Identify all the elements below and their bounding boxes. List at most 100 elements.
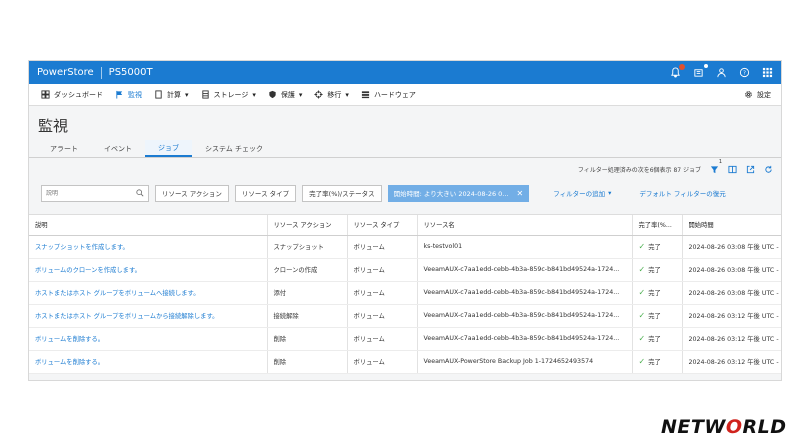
nav-monitoring[interactable]: 監視 bbox=[109, 84, 148, 106]
brand-name[interactable]: PowerStore bbox=[37, 67, 94, 78]
status-text: 完了 bbox=[648, 244, 661, 251]
gear-icon bbox=[745, 91, 752, 98]
table-row[interactable]: ホストまたはホスト グループをボリュームから接続解除します。 接続解除 ボリューム V… bbox=[29, 304, 781, 328]
tab-alerts[interactable]: アラート bbox=[37, 140, 91, 157]
column-header-start-time[interactable]: 開始時間 bbox=[682, 215, 781, 236]
search-input[interactable] bbox=[46, 189, 136, 197]
dashboard-icon bbox=[41, 90, 50, 99]
columns-icon[interactable] bbox=[727, 164, 737, 174]
bell-icon[interactable] bbox=[669, 63, 685, 79]
table-row[interactable]: ボリュームを削除する。 削除 ボリューム VeeamAUX-PowerStore Ba… bbox=[29, 350, 781, 374]
row-description[interactable]: ホストまたはホスト グループをボリュームから接続解除します。 bbox=[29, 304, 268, 328]
jobs-table: 説明 リソース アクション リソース タイプ リソース名 完了率(%... 開始… bbox=[29, 215, 781, 374]
column-header-resource-action[interactable]: リソース アクション bbox=[267, 215, 348, 236]
resource-type-filter-button[interactable]: リソース タイプ bbox=[234, 184, 297, 202]
row-start-time: 2024-08-26 03:12 午後 UTC - bbox=[682, 350, 781, 374]
nav-label: 計算 bbox=[167, 90, 181, 99]
add-filter-label: フィルターの追加 bbox=[553, 190, 606, 198]
tab-jobs[interactable]: ジョブ bbox=[145, 140, 192, 157]
chevron-down-icon: ▾ bbox=[345, 90, 349, 99]
notification-badge bbox=[679, 63, 685, 70]
user-icon[interactable] bbox=[715, 67, 727, 79]
filter-bar: リソース アクション リソース タイプ 完了率(%)/ステータス 開始時間: よ… bbox=[29, 180, 781, 206]
search-icon[interactable] bbox=[136, 189, 144, 197]
header-icons: ? bbox=[669, 63, 773, 79]
column-header-resource-type[interactable]: リソース タイプ bbox=[347, 215, 418, 236]
row-description[interactable]: ボリュームを削除する。 bbox=[29, 350, 268, 374]
system-name: PS5000T bbox=[108, 67, 153, 78]
table-row[interactable]: ボリュームのクローンを作成します。 クローンの作成 ボリューム VeeamAUX-c7… bbox=[29, 258, 781, 282]
column-header-description[interactable]: 説明 bbox=[29, 215, 268, 236]
resource-action-filter-button[interactable]: リソース アクション bbox=[155, 184, 229, 202]
shield-icon bbox=[269, 90, 276, 99]
row-resource-action: クローンの作成 bbox=[267, 258, 348, 282]
row-status: ✓ 完了 bbox=[632, 258, 683, 282]
help-icon[interactable]: ? bbox=[738, 67, 750, 79]
restore-default-filters-link[interactable]: デフォルト フィルターの復元 bbox=[639, 188, 725, 198]
row-status: ✓ 完了 bbox=[632, 327, 683, 351]
check-icon: ✓ bbox=[638, 265, 646, 274]
jobs-table-container: 説明 リソース アクション リソース タイプ リソース名 完了率(%... 開始… bbox=[29, 214, 781, 374]
main-navigation: ダッシュボード 監視 計算 ▾ ストレージ ▾ 保護 ▾ 移行 ▾ ハードウェア… bbox=[29, 84, 781, 106]
hardware-icon bbox=[361, 91, 370, 99]
row-description[interactable]: ボリュームを削除する。 bbox=[29, 327, 268, 351]
status-text: 完了 bbox=[648, 359, 661, 366]
row-resource-action: 削除 bbox=[267, 350, 348, 374]
start-time-filter-chip[interactable]: 開始時間: より大きい 2024-08-26 0... ✕ bbox=[387, 184, 530, 202]
nav-label: 保護 bbox=[280, 90, 295, 99]
status-text: 完了 bbox=[648, 336, 661, 343]
filter-count: 1 bbox=[718, 159, 722, 165]
check-icon: ✓ bbox=[638, 357, 646, 366]
row-resource-name: VeeamAUX-c7aa1edd-cebb-4b3a-859c-b841bd4… bbox=[417, 281, 633, 305]
nav-label: ストレージ bbox=[213, 90, 249, 99]
column-header-resource-name[interactable]: リソース名 bbox=[417, 215, 633, 236]
networld-logo: NETWORLD bbox=[661, 416, 787, 438]
completion-status-filter-button[interactable]: 完了率(%)/ステータス bbox=[302, 184, 382, 202]
nav-label: 移行 bbox=[327, 90, 342, 99]
powerstore-app-window: PowerStore PS5000T ? ダッシュボード 監視 計算 ▾ ストレ… bbox=[28, 60, 782, 381]
nav-storage[interactable]: ストレージ ▾ bbox=[195, 84, 262, 106]
row-status: ✓ 完了 bbox=[632, 304, 683, 328]
chevron-down-icon: ▾ bbox=[185, 90, 189, 99]
header-divider bbox=[100, 66, 102, 79]
add-filter-button[interactable]: フィルターの追加 ▾ bbox=[553, 188, 611, 198]
table-row[interactable]: ホストまたはホスト グループをボリュームへ接続します。 添付 ボリューム VeeamA… bbox=[29, 281, 781, 305]
chevron-down-icon: ▾ bbox=[608, 189, 612, 197]
close-icon[interactable]: ✕ bbox=[517, 189, 524, 198]
results-summary: フィルター処理済みの次を6個表示 87 ジョブ bbox=[577, 166, 701, 174]
check-icon: ✓ bbox=[638, 288, 646, 297]
storage-icon bbox=[201, 90, 209, 99]
migrate-icon bbox=[314, 90, 323, 99]
row-resource-type: ボリューム bbox=[347, 235, 418, 259]
status-text: 完了 bbox=[648, 313, 661, 320]
nav-dashboard[interactable]: ダッシュボード bbox=[35, 84, 109, 106]
nav-label: 監視 bbox=[128, 90, 142, 99]
nav-compute[interactable]: 計算 ▾ bbox=[148, 84, 195, 106]
refresh-icon[interactable] bbox=[763, 164, 773, 174]
filter-icon[interactable]: 1 bbox=[709, 159, 722, 174]
compute-icon bbox=[155, 90, 162, 99]
column-header-completion[interactable]: 完了率(%... bbox=[632, 215, 683, 236]
row-description[interactable]: ホストまたはホスト グループをボリュームへ接続します。 bbox=[29, 281, 268, 305]
row-status: ✓ 完了 bbox=[632, 350, 683, 374]
jobs-icon[interactable] bbox=[692, 63, 708, 79]
table-row[interactable]: ボリュームを削除する。 削除 ボリューム VeeamAUX-c7aa1edd-cebb… bbox=[29, 327, 781, 351]
export-icon[interactable] bbox=[745, 164, 755, 174]
tab-system-check[interactable]: システム チェック bbox=[192, 140, 276, 157]
tab-events[interactable]: イベント bbox=[91, 140, 145, 157]
check-icon: ✓ bbox=[638, 311, 646, 320]
nav-migration[interactable]: 移行 ▾ bbox=[308, 84, 355, 106]
top-header-bar: PowerStore PS5000T ? bbox=[29, 61, 781, 84]
row-resource-name: VeeamAUX-c7aa1edd-cebb-4b3a-859c-b841bd4… bbox=[417, 327, 633, 351]
nav-hardware[interactable]: ハードウェア bbox=[355, 84, 422, 106]
nav-protection[interactable]: 保護 ▾ bbox=[262, 84, 309, 106]
settings-label: 設定 bbox=[757, 90, 771, 99]
settings-link[interactable]: 設定 bbox=[744, 90, 775, 100]
status-text: 完了 bbox=[648, 290, 661, 297]
monitoring-tabs: アラート イベント ジョブ システム チェック bbox=[29, 140, 781, 158]
row-resource-action: 接続解除 bbox=[267, 304, 348, 328]
app-grid-icon[interactable] bbox=[761, 67, 773, 79]
row-description[interactable]: ボリュームのクローンを作成します。 bbox=[29, 258, 268, 282]
row-description[interactable]: スナップショットを作成します。 bbox=[29, 235, 268, 259]
table-row[interactable]: スナップショットを作成します。 スナップショット ボリューム ks-testvol01… bbox=[29, 235, 781, 259]
